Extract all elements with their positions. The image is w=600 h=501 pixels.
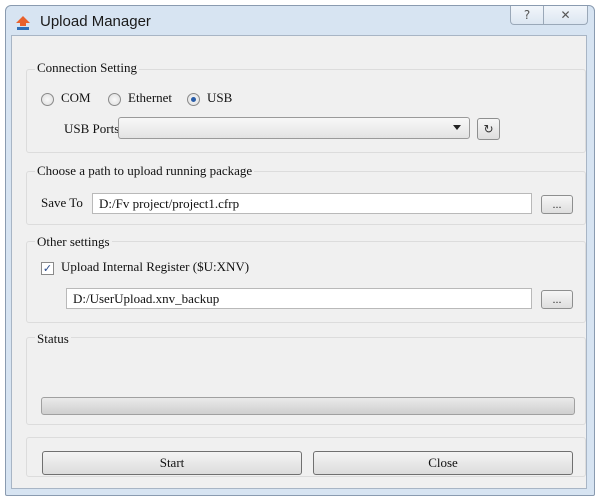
browse-register-button[interactable]: ...	[541, 290, 573, 309]
usb-ports-select[interactable]	[118, 117, 470, 139]
chevron-down-icon	[453, 125, 461, 130]
upload-register-label: Upload Internal Register ($U:XNV)	[61, 259, 250, 274]
upload-arrow-icon	[16, 16, 30, 30]
other-settings-title: Other settings	[35, 234, 112, 250]
status-title: Status	[35, 331, 71, 347]
usb-ports-label: USB Ports	[64, 121, 120, 136]
save-to-field[interactable]: D:/Fv project/project1.cfrp	[92, 193, 532, 214]
browse-package-button[interactable]: ...	[541, 195, 573, 214]
refresh-button[interactable]: ↻	[477, 118, 500, 140]
refresh-icon: ↻	[483, 122, 494, 136]
package-path-title: Choose a path to upload running package	[35, 163, 255, 179]
radio-selected-dot	[191, 97, 196, 102]
save-to-label: Save To	[41, 195, 83, 210]
checkmark-icon: ✓	[42, 262, 53, 275]
close-window-button[interactable]: ✕	[544, 6, 588, 25]
radio-usb[interactable]	[187, 93, 200, 106]
close-button[interactable]: Close	[313, 451, 573, 475]
status-progress-bar	[41, 397, 575, 415]
register-path-field[interactable]: D:/UserUpload.xnv_backup	[66, 288, 532, 309]
radio-com[interactable]	[41, 93, 54, 106]
radio-ethernet[interactable]	[108, 93, 121, 106]
connection-setting-title: Connection Setting	[35, 60, 140, 76]
radio-usb-label: USB	[207, 90, 233, 105]
radio-com-label: COM	[61, 90, 91, 105]
window-title: Upload Manager	[40, 13, 151, 30]
connection-setting-group	[26, 69, 586, 153]
radio-ethernet-label: Ethernet	[128, 90, 173, 105]
start-button[interactable]: Start	[42, 451, 302, 475]
upload-register-checkbox[interactable]: ✓	[41, 262, 54, 275]
title-bar[interactable]: Upload Manager ? ✕	[6, 6, 594, 36]
help-button[interactable]: ?	[510, 6, 544, 25]
other-settings-group	[26, 241, 586, 323]
